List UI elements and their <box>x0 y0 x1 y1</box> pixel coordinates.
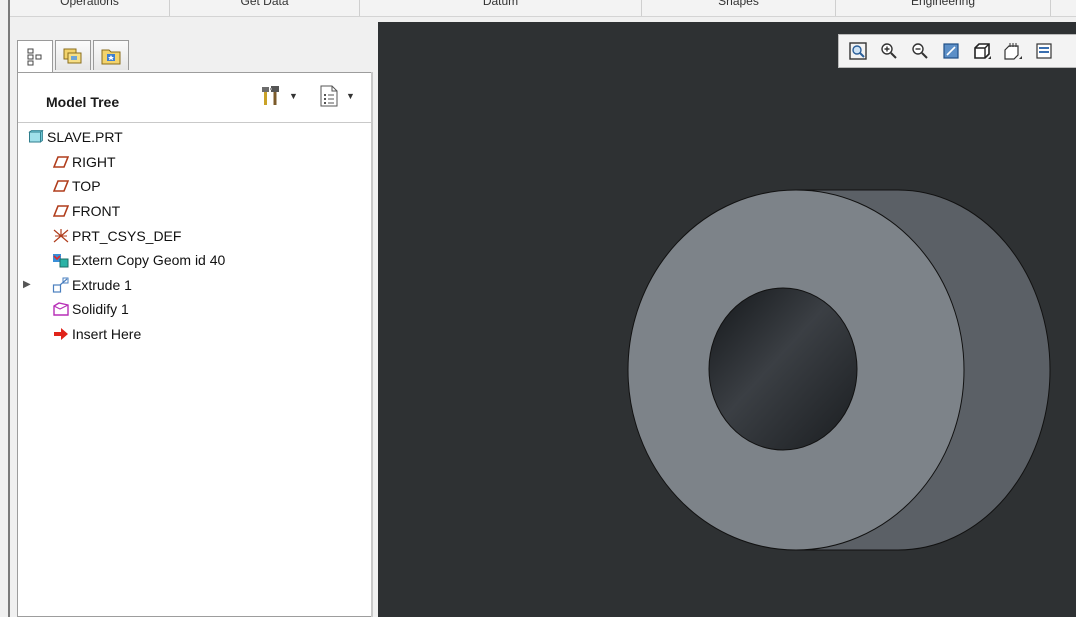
window-border-line <box>8 0 10 617</box>
ribbon-group-operations[interactable]: Operations <box>10 0 170 16</box>
tree-show-button[interactable]: ▼ <box>318 83 366 109</box>
tree-item-solidify-1[interactable]: Solidify 1 <box>18 297 371 322</box>
tree-show-icon <box>320 85 338 107</box>
ribbon-group-label: Datum <box>482 0 519 8</box>
tree-item-extern-copy-geom[interactable]: Extern Copy Geom id 40 <box>18 248 371 273</box>
tree-item-top[interactable]: TOP <box>18 174 371 199</box>
expand-arrow-icon[interactable]: ▶ <box>23 279 31 290</box>
cylinder-bore <box>708 287 858 451</box>
tree-item-right[interactable]: RIGHT <box>18 150 371 175</box>
insert-here-icon <box>52 326 70 342</box>
in-graphics-toolbar <box>838 34 1076 68</box>
ribbon-group-datum[interactable]: Datum <box>360 0 642 16</box>
tree-item-label: TOP <box>72 178 101 195</box>
display-style-icon <box>974 43 991 59</box>
zoom-out-button[interactable] <box>907 38 933 64</box>
tree-settings-button[interactable]: ▼ <box>259 83 301 109</box>
zoom-out-icon <box>912 43 928 59</box>
datum-plane-icon <box>52 154 70 170</box>
tree-item-label: PRT_CSYS_DEF <box>72 227 182 244</box>
ribbon-group-label: Operations <box>60 0 119 8</box>
model-tree-header: Model Tree ▼ ▼ <box>18 73 371 123</box>
ribbon-group-engineering[interactable]: Engineering <box>836 0 1051 16</box>
part-3d-model[interactable] <box>378 22 1076 617</box>
tab-model-tree[interactable] <box>17 40 53 72</box>
extrude-icon <box>52 277 70 293</box>
tree-item-label: Extern Copy Geom id 40 <box>72 252 226 269</box>
saved-orientations-icon <box>1004 43 1022 60</box>
display-style-button[interactable] <box>969 38 995 64</box>
graphics-window[interactable] <box>378 22 1076 617</box>
zoom-in-icon <box>881 43 897 59</box>
navigator-panel: Model Tree ▼ ▼ SLAVE.PRT RIGHT TOP FRONT… <box>17 22 375 617</box>
view-manager-icon <box>1036 43 1052 59</box>
zoom-in-button[interactable] <box>876 38 902 64</box>
tree-item-insert-here[interactable]: Insert Here <box>18 322 371 347</box>
tree-settings-icon <box>262 86 279 105</box>
model-tree-list: SLAVE.PRT RIGHT TOP FRONT PRT_CSYS_DEF E… <box>18 123 371 346</box>
tree-item-label: Insert Here <box>72 326 142 343</box>
ribbon-group-label: Shapes <box>718 0 759 8</box>
ribbon-group-get-data[interactable]: Get Data <box>170 0 360 16</box>
tree-item-label: FRONT <box>72 203 121 220</box>
chevron-down-icon: ▼ <box>346 91 355 101</box>
model-tree-panel: Model Tree ▼ ▼ SLAVE.PRT RIGHT TOP FRONT… <box>17 72 372 617</box>
model-tree-tab-icon <box>27 48 42 65</box>
part-icon <box>27 129 45 145</box>
coordinate-system-icon <box>52 228 70 244</box>
ribbon-group-label: Get Data <box>240 0 289 8</box>
tree-item-prt-csys-def[interactable]: PRT_CSYS_DEF <box>18 223 371 248</box>
tree-item-label: RIGHT <box>72 153 116 170</box>
navigator-tabs <box>17 40 131 72</box>
tree-item-extrude-1[interactable]: ▶ Extrude 1 <box>18 273 371 298</box>
tree-item-label: Extrude 1 <box>72 276 132 293</box>
ribbon-group-labels: Operations Get Data Datum Shapes Enginee… <box>10 0 1076 17</box>
saved-orientations-button[interactable] <box>1000 38 1026 64</box>
folder-browser-tab-icon <box>63 48 82 63</box>
model-tree-title: Model Tree <box>46 94 120 110</box>
view-manager-button[interactable] <box>1031 38 1057 64</box>
favorites-tab-icon <box>101 49 121 64</box>
datum-plane-icon <box>52 203 70 219</box>
tree-item-slave-prt[interactable]: SLAVE.PRT <box>18 125 371 150</box>
chevron-down-icon: ▼ <box>289 91 298 101</box>
tab-favorites[interactable] <box>93 40 129 70</box>
extern-copy-geom-icon <box>52 252 70 268</box>
tab-folder-browser[interactable] <box>55 40 91 70</box>
ribbon-group-label: Engineering <box>910 0 976 8</box>
repaint-button[interactable] <box>938 38 964 64</box>
repaint-icon <box>943 43 959 59</box>
panel-splitter[interactable] <box>371 72 373 617</box>
ribbon-group-shapes[interactable]: Shapes <box>642 0 836 16</box>
tree-item-label: Solidify 1 <box>72 301 129 318</box>
tree-item-label: SLAVE.PRT <box>47 129 123 146</box>
tree-item-front[interactable]: FRONT <box>18 199 371 224</box>
refit-button[interactable] <box>845 38 871 64</box>
datum-plane-icon <box>52 178 70 194</box>
solidify-icon <box>52 301 70 317</box>
refit-icon <box>849 42 867 60</box>
